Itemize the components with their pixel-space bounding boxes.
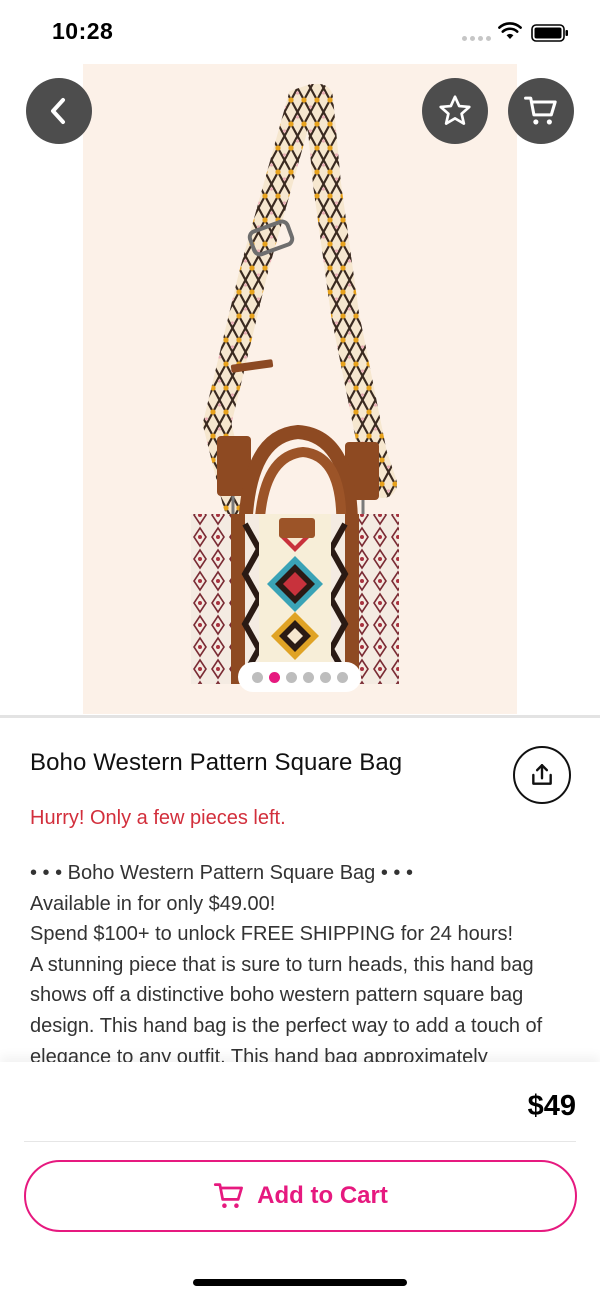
pager-dot[interactable] xyxy=(319,671,331,683)
product-description: • • • Boho Western Pattern Square Bag • … xyxy=(30,858,575,1064)
share-button[interactable] xyxy=(513,746,571,804)
share-icon xyxy=(532,764,552,785)
chevron-left-icon xyxy=(51,98,65,124)
image-pager[interactable] xyxy=(238,662,361,692)
add-to-cart-label: Add to Cart xyxy=(257,1182,388,1209)
status-bar: 10:28 xyxy=(0,0,600,64)
description-line: shows off a distinctive boho western pat… xyxy=(30,984,524,1007)
pager-dot[interactable] xyxy=(251,671,263,683)
add-to-cart-button[interactable]: Add to Cart xyxy=(24,1160,577,1232)
home-indicator[interactable] xyxy=(193,1279,407,1286)
description-line: Spend $100+ to unlock FREE SHIPPING for … xyxy=(30,923,514,946)
favorite-button[interactable] xyxy=(422,78,488,144)
pager-dot[interactable] xyxy=(285,671,297,683)
cart-icon xyxy=(524,96,557,125)
product-title: Boho Western Pattern Square Bag xyxy=(30,749,403,776)
pager-dot[interactable] xyxy=(302,671,314,683)
pager-dot[interactable] xyxy=(336,671,348,683)
description-line: • • • Boho Western Pattern Square Bag • … xyxy=(30,862,413,884)
back-button[interactable] xyxy=(26,78,92,144)
status-time: 10:28 xyxy=(52,18,114,44)
product-image[interactable] xyxy=(83,64,517,714)
wifi-icon xyxy=(498,22,522,39)
battery-icon xyxy=(531,24,568,42)
star-icon xyxy=(439,95,471,125)
section-divider xyxy=(0,715,600,718)
description-line: elegance to any outfit. This hand bag ap… xyxy=(30,1045,488,1064)
description-line: Available in for only $49.00! xyxy=(30,892,276,915)
cart-icon xyxy=(214,1183,244,1208)
product-photo xyxy=(191,84,399,684)
stock-warning: Hurry! Only a few pieces left. xyxy=(30,807,286,829)
price-divider xyxy=(24,1141,576,1142)
product-price: $49 xyxy=(527,1090,576,1122)
cart-button[interactable] xyxy=(508,78,574,144)
description-line: design. This hand bag is the perfect way… xyxy=(30,1014,543,1037)
description-line: A stunning piece that is sure to turn he… xyxy=(30,953,534,976)
cellular-signal-icon xyxy=(462,36,491,41)
pager-dot-active[interactable] xyxy=(268,671,280,683)
purchase-panel: $49 Add to Cart xyxy=(0,1062,600,1299)
